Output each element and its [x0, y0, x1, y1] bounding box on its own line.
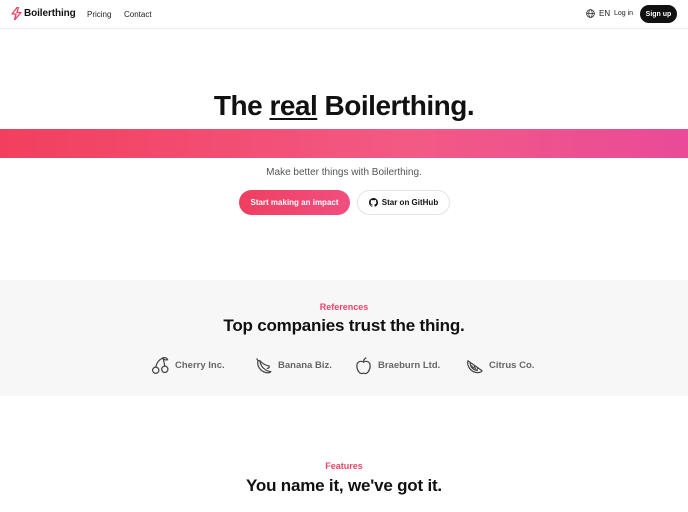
hero-subtitle: Make better things with Boilerthing. [266, 167, 422, 178]
hero-gradient-band [0, 129, 688, 158]
company-name-citrus: Citrus Co. [489, 360, 535, 371]
top-navigation: Boilerthing Pricing Contact EN Log in Si… [0, 0, 688, 29]
company-logo-banana: Banana Biz. [254, 356, 332, 375]
star-on-github-button[interactable]: Star on GitHub [357, 190, 450, 215]
company-name-banana: Banana Biz. [278, 360, 332, 371]
cherry-icon [151, 356, 169, 375]
globe-icon [586, 9, 595, 18]
hero-title-highlight: real [269, 90, 318, 121]
github-icon [368, 198, 378, 207]
nav-link-pricing[interactable]: Pricing [87, 10, 111, 19]
start-making-impact-button[interactable]: Start making an impact [239, 190, 350, 215]
references-section: References Top companies trust the thing… [0, 280, 688, 396]
company-logo-citrus: Citrus Co. [465, 356, 534, 375]
star-on-github-label: Star on GitHub [381, 198, 439, 207]
hero-title: The real Boilerthing. [0, 90, 688, 122]
company-logo-apple: Braeburn Ltd. [354, 356, 440, 375]
company-name-cherry: Cherry Inc. [175, 360, 225, 371]
apple-icon [356, 357, 371, 375]
language-selector[interactable]: EN [586, 9, 610, 18]
signup-button[interactable]: Sign up [640, 5, 677, 23]
language-label: EN [599, 9, 611, 18]
references-eyebrow: References [319, 302, 369, 312]
hero-title-suffix: Boilerthing. [317, 90, 475, 121]
brand-logo-link[interactable]: Boilerthing [11, 7, 76, 20]
login-link[interactable]: Log in [614, 10, 633, 17]
company-name-apple: Braeburn Ltd. [378, 360, 441, 371]
company-logo-cherry: Cherry Inc. [151, 356, 225, 375]
references-title: Top companies trust the thing. [223, 316, 465, 335]
citrus-icon [467, 360, 483, 374]
bolt-icon [11, 7, 22, 20]
features-title: You name it, we've got it. [246, 476, 442, 495]
hero-title-prefix: The [213, 90, 270, 121]
brand-name: Boilerthing [24, 8, 76, 19]
banana-icon [256, 358, 272, 374]
features-eyebrow: Features [325, 461, 363, 471]
nav-link-contact[interactable]: Contact [124, 10, 152, 19]
